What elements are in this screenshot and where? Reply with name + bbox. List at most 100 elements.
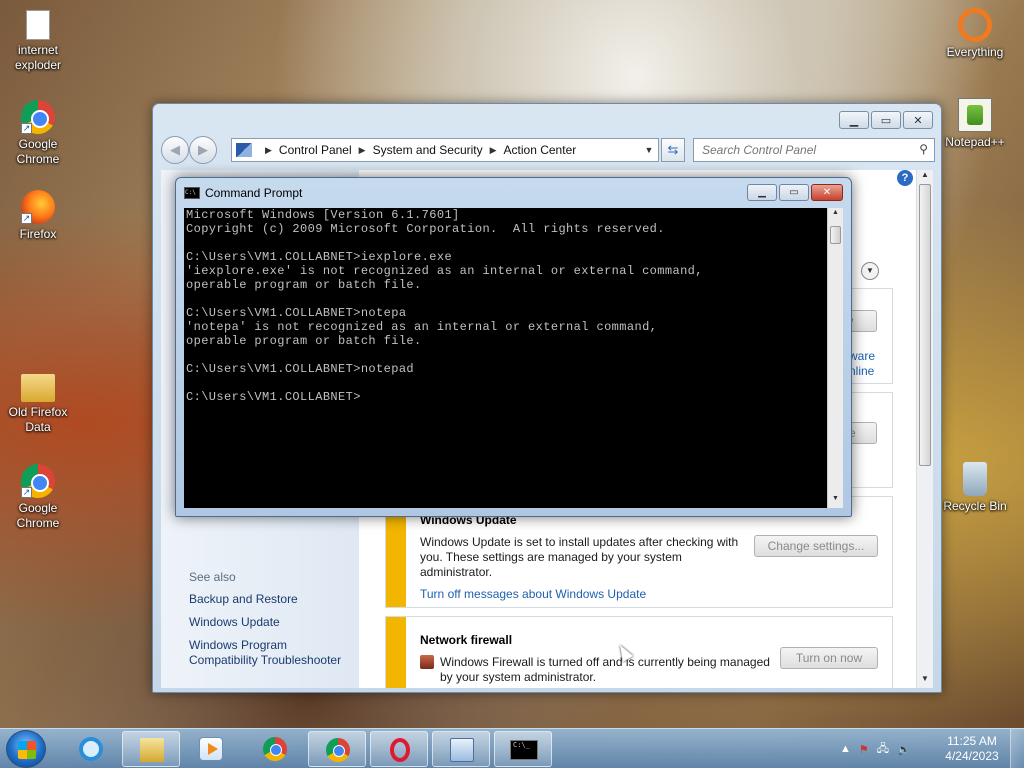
search-box[interactable]: ⚲ [693,138,935,162]
link-windows-update[interactable]: Windows Update [189,615,280,630]
desktop-icon-internet-exploder[interactable]: internet exploder [0,10,76,73]
console-line [184,376,827,390]
help-icon[interactable]: ? [897,170,913,186]
show-desktop-button[interactable] [1010,729,1024,768]
windows-update-link[interactable]: Turn off messages about Windows Update [420,587,646,601]
address-dropdown-icon[interactable]: ▼ [640,145,658,155]
window-controls: ▁ ▭ ✕ [747,184,843,201]
minimize-button[interactable]: ▁ [839,111,869,129]
desktop-icon-label: Recycle Bin [943,499,1007,513]
desktop-icon-label: Notepad++ [945,135,1005,149]
control-panel-flag-icon [236,143,252,157]
console-line: operable program or batch file. [186,334,422,348]
shortcut-arrow-icon: ↗ [21,213,32,224]
scrollbar-thumb[interactable] [919,184,931,466]
breadcrumb-system-and-security[interactable]: System and Security [373,143,483,157]
shortcut-arrow-icon: ↗ [21,123,32,134]
taskbar-media-center[interactable] [182,731,240,767]
partial-link-2[interactable]: nline [849,364,874,378]
breadcrumb-separator-icon[interactable]: ▶ [359,145,366,156]
turn-on-now-button[interactable]: Turn on now [780,647,878,669]
cmd-titlebar[interactable]: C:\ Command Prompt [184,186,302,200]
desktop-icon-label: Google Chrome [16,501,60,530]
link-backup-and-restore[interactable]: Backup and Restore [189,592,298,607]
back-button[interactable]: ◀ [161,136,189,164]
file-explorer-icon [140,738,164,762]
start-button[interactable] [6,730,46,768]
desktop-icon-google-chrome[interactable]: ↗ Google Chrome [0,100,76,167]
show-hidden-icons-icon[interactable]: ▲ [840,743,851,755]
desktop-icon-notepadpp[interactable]: Notepad++ [937,98,1013,150]
taskbar-command-prompt[interactable]: C:\_ [494,731,552,767]
action-center-flag-icon[interactable]: ⚑ [859,743,869,756]
desktop-icon-recycle-bin[interactable]: Recycle Bin [937,462,1013,514]
breadcrumb-separator-icon[interactable]: ▶ [490,145,497,156]
chevron-down-icon[interactable]: ▼ [861,262,879,280]
command-prompt-icon: C:\ [184,187,200,199]
clock[interactable]: 11:25 AM 4/24/2023 [940,734,1004,764]
link-compatibility-troubleshooter[interactable]: Windows Program Compatibility Troublesho… [189,638,359,668]
taskbar-file-explorer[interactable] [122,731,180,767]
clock-date: 4/24/2023 [945,749,999,763]
scroll-down-icon[interactable]: ▼ [917,674,933,688]
search-icon[interactable]: ⚲ [919,142,928,156]
breadcrumb-control-panel[interactable]: Control Panel [279,143,352,157]
console-line: C:\Users\VM1.COLLABNET>notepa [186,306,407,320]
cmd-title-text: Command Prompt [205,186,303,200]
taskbar: C:\_ ▲ ⚑ 🖧 🔈 11:25 AM 4/24/2023 [0,728,1024,768]
desktop-icon-firefox[interactable]: ↗ Firefox [0,190,76,242]
see-also-heading: See also [189,570,236,584]
desktop-icon-old-firefox-data[interactable]: Old Firefox Data [0,370,76,435]
folder-icon [21,374,55,402]
vertical-scrollbar[interactable]: ▲ ▼ [916,170,933,688]
console-output[interactable]: Microsoft Windows [Version 6.1.7601] Cop… [184,208,827,508]
internet-explorer-icon [79,737,103,761]
search-input[interactable] [694,139,904,161]
change-settings-button[interactable]: Change settings... [754,535,878,557]
volume-icon[interactable]: 🔈 [897,743,911,756]
notepadpp-icon [958,98,992,132]
console-prompt[interactable]: C:\Users\VM1.COLLABNET> [184,390,827,404]
minimize-button[interactable]: ▁ [747,184,777,201]
breadcrumb-action-center[interactable]: Action Center [504,143,577,157]
scrollbar-thumb[interactable] [830,226,841,244]
close-button[interactable]: ✕ [811,184,843,201]
desktop-icon-label: internet exploder [14,43,62,72]
maximize-button[interactable]: ▭ [871,111,901,129]
network-icon[interactable]: 🖧 [877,740,889,759]
console-line: Microsoft Windows [Version 6.1.7601] [186,208,460,222]
media-center-icon [199,737,223,761]
desktop-icon-google-chrome-2[interactable]: ↗ Google Chrome [0,464,76,531]
opera-icon [390,738,410,762]
console-line: C:\Users\VM1.COLLABNET>iexplore.exe [186,250,453,264]
warning-stripe [386,617,406,688]
document-icon [26,10,50,40]
scroll-up-icon[interactable]: ▲ [917,170,933,184]
close-button[interactable]: ✕ [903,111,933,129]
address-bar[interactable]: ▶ Control Panel ▶ System and Security ▶ … [231,138,659,162]
command-prompt-icon: C:\_ [510,740,538,760]
scroll-down-icon[interactable]: ▼ [828,495,843,507]
desktop-icon-everything[interactable]: Everything [937,8,1013,60]
window-controls: ▁ ▭ ✕ [839,111,933,129]
system-tray: ▲ ⚑ 🖧 🔈 [840,729,911,768]
command-prompt-window[interactable]: C:\ Command Prompt ▁ ▭ ✕ Microsoft Windo… [175,177,852,517]
cmd-vertical-scrollbar[interactable]: ▲ ▼ [827,208,843,508]
maximize-button[interactable]: ▭ [779,184,809,201]
breadcrumb-separator-icon[interactable]: ▶ [265,145,272,156]
taskbar-opera[interactable] [370,731,428,767]
refresh-button[interactable]: ⇆ [661,138,685,162]
network-firewall-text: Windows Firewall is turned off and is cu… [440,655,770,684]
firewall-icon [420,655,434,669]
forward-button[interactable]: ▶ [189,136,217,164]
console-line: 'notepa' is not recognized as an interna… [186,320,658,334]
taskbar-control-panel[interactable] [432,731,490,767]
clock-time: 11:25 AM [947,734,997,748]
scroll-up-icon[interactable]: ▲ [828,209,843,221]
partial-link-1[interactable]: ware [849,349,875,363]
taskbar-chrome-2[interactable] [308,731,366,767]
console-line [184,348,827,362]
chrome-icon [263,737,287,761]
taskbar-chrome[interactable] [246,731,304,767]
taskbar-internet-explorer[interactable] [62,731,120,767]
